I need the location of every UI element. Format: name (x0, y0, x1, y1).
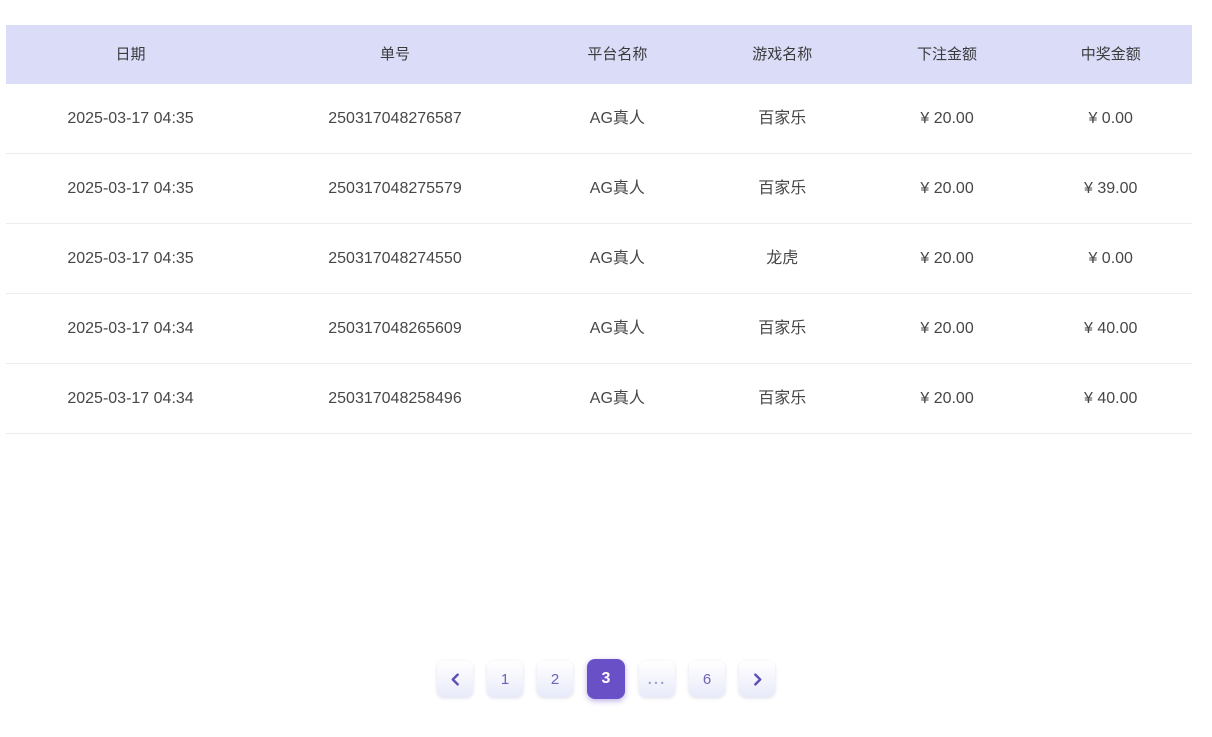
column-header-date: 日期 (6, 47, 255, 62)
cell-date: 2025-03-17 04:35 (6, 249, 255, 268)
column-header-platform: 平台名称 (535, 47, 700, 62)
cell-order_no: 250317048276587 (255, 109, 535, 128)
column-header-order_no: 单号 (255, 47, 535, 62)
cell-date: 2025-03-17 04:35 (6, 179, 255, 198)
cell-bet_amount: ¥ 20.00 (865, 179, 1030, 198)
cell-game: 龙虎 (700, 249, 865, 268)
cell-win_amount: ¥ 40.00 (1029, 389, 1191, 408)
table-body: 2025-03-17 04:35250317048276587AG真人百家乐¥ … (6, 84, 1192, 434)
table-row: 2025-03-17 04:35250317048276587AG真人百家乐¥ … (6, 84, 1192, 154)
cell-game: 百家乐 (700, 109, 865, 128)
table-row: 2025-03-17 04:35250317048275579AG真人百家乐¥ … (6, 154, 1192, 224)
cell-bet_amount: ¥ 20.00 (865, 249, 1030, 268)
page-button-6[interactable]: 6 (689, 661, 725, 697)
prev-page-button[interactable] (437, 661, 473, 697)
table-row: 2025-03-17 04:34250317048265609AG真人百家乐¥ … (6, 294, 1192, 364)
chevron-left-icon (449, 673, 462, 686)
table-row: 2025-03-17 04:34250317048258496AG真人百家乐¥ … (6, 364, 1192, 434)
cell-win_amount: ¥ 39.00 (1029, 179, 1191, 198)
bet-records-table: 日期单号平台名称游戏名称下注金额中奖金额 2025-03-17 04:35250… (6, 25, 1192, 434)
cell-order_no: 250317048265609 (255, 319, 535, 338)
pagination: 123... 6 (0, 658, 1212, 700)
cell-win_amount: ¥ 40.00 (1029, 319, 1191, 338)
page-button-2[interactable]: 2 (537, 661, 573, 697)
cell-order_no: 250317048258496 (255, 389, 535, 408)
cell-game: 百家乐 (700, 319, 865, 338)
page-button-1[interactable]: 1 (487, 661, 523, 697)
chevron-right-icon (751, 673, 764, 686)
page-ellipsis-button[interactable]: ... (639, 661, 675, 697)
cell-date: 2025-03-17 04:34 (6, 319, 255, 338)
cell-order_no: 250317048274550 (255, 249, 535, 268)
cell-platform: AG真人 (535, 109, 700, 128)
cell-platform: AG真人 (535, 249, 700, 268)
cell-win_amount: ¥ 0.00 (1029, 249, 1191, 268)
page-button-3[interactable]: 3 (587, 659, 625, 699)
cell-date: 2025-03-17 04:34 (6, 389, 255, 408)
cell-bet_amount: ¥ 20.00 (865, 109, 1030, 128)
cell-game: 百家乐 (700, 179, 865, 198)
cell-bet_amount: ¥ 20.00 (865, 389, 1030, 408)
column-header-bet_amount: 下注金额 (865, 47, 1030, 62)
table-row: 2025-03-17 04:35250317048274550AG真人龙虎¥ 2… (6, 224, 1192, 294)
cell-platform: AG真人 (535, 179, 700, 198)
table-header-row: 日期单号平台名称游戏名称下注金额中奖金额 (6, 25, 1192, 84)
cell-win_amount: ¥ 0.00 (1029, 109, 1191, 128)
cell-platform: AG真人 (535, 389, 700, 408)
cell-date: 2025-03-17 04:35 (6, 109, 255, 128)
cell-bet_amount: ¥ 20.00 (865, 319, 1030, 338)
column-header-game: 游戏名称 (700, 47, 865, 62)
column-header-win_amount: 中奖金额 (1029, 47, 1191, 62)
cell-order_no: 250317048275579 (255, 179, 535, 198)
cell-game: 百家乐 (700, 389, 865, 408)
cell-platform: AG真人 (535, 319, 700, 338)
next-page-button[interactable] (739, 661, 775, 697)
